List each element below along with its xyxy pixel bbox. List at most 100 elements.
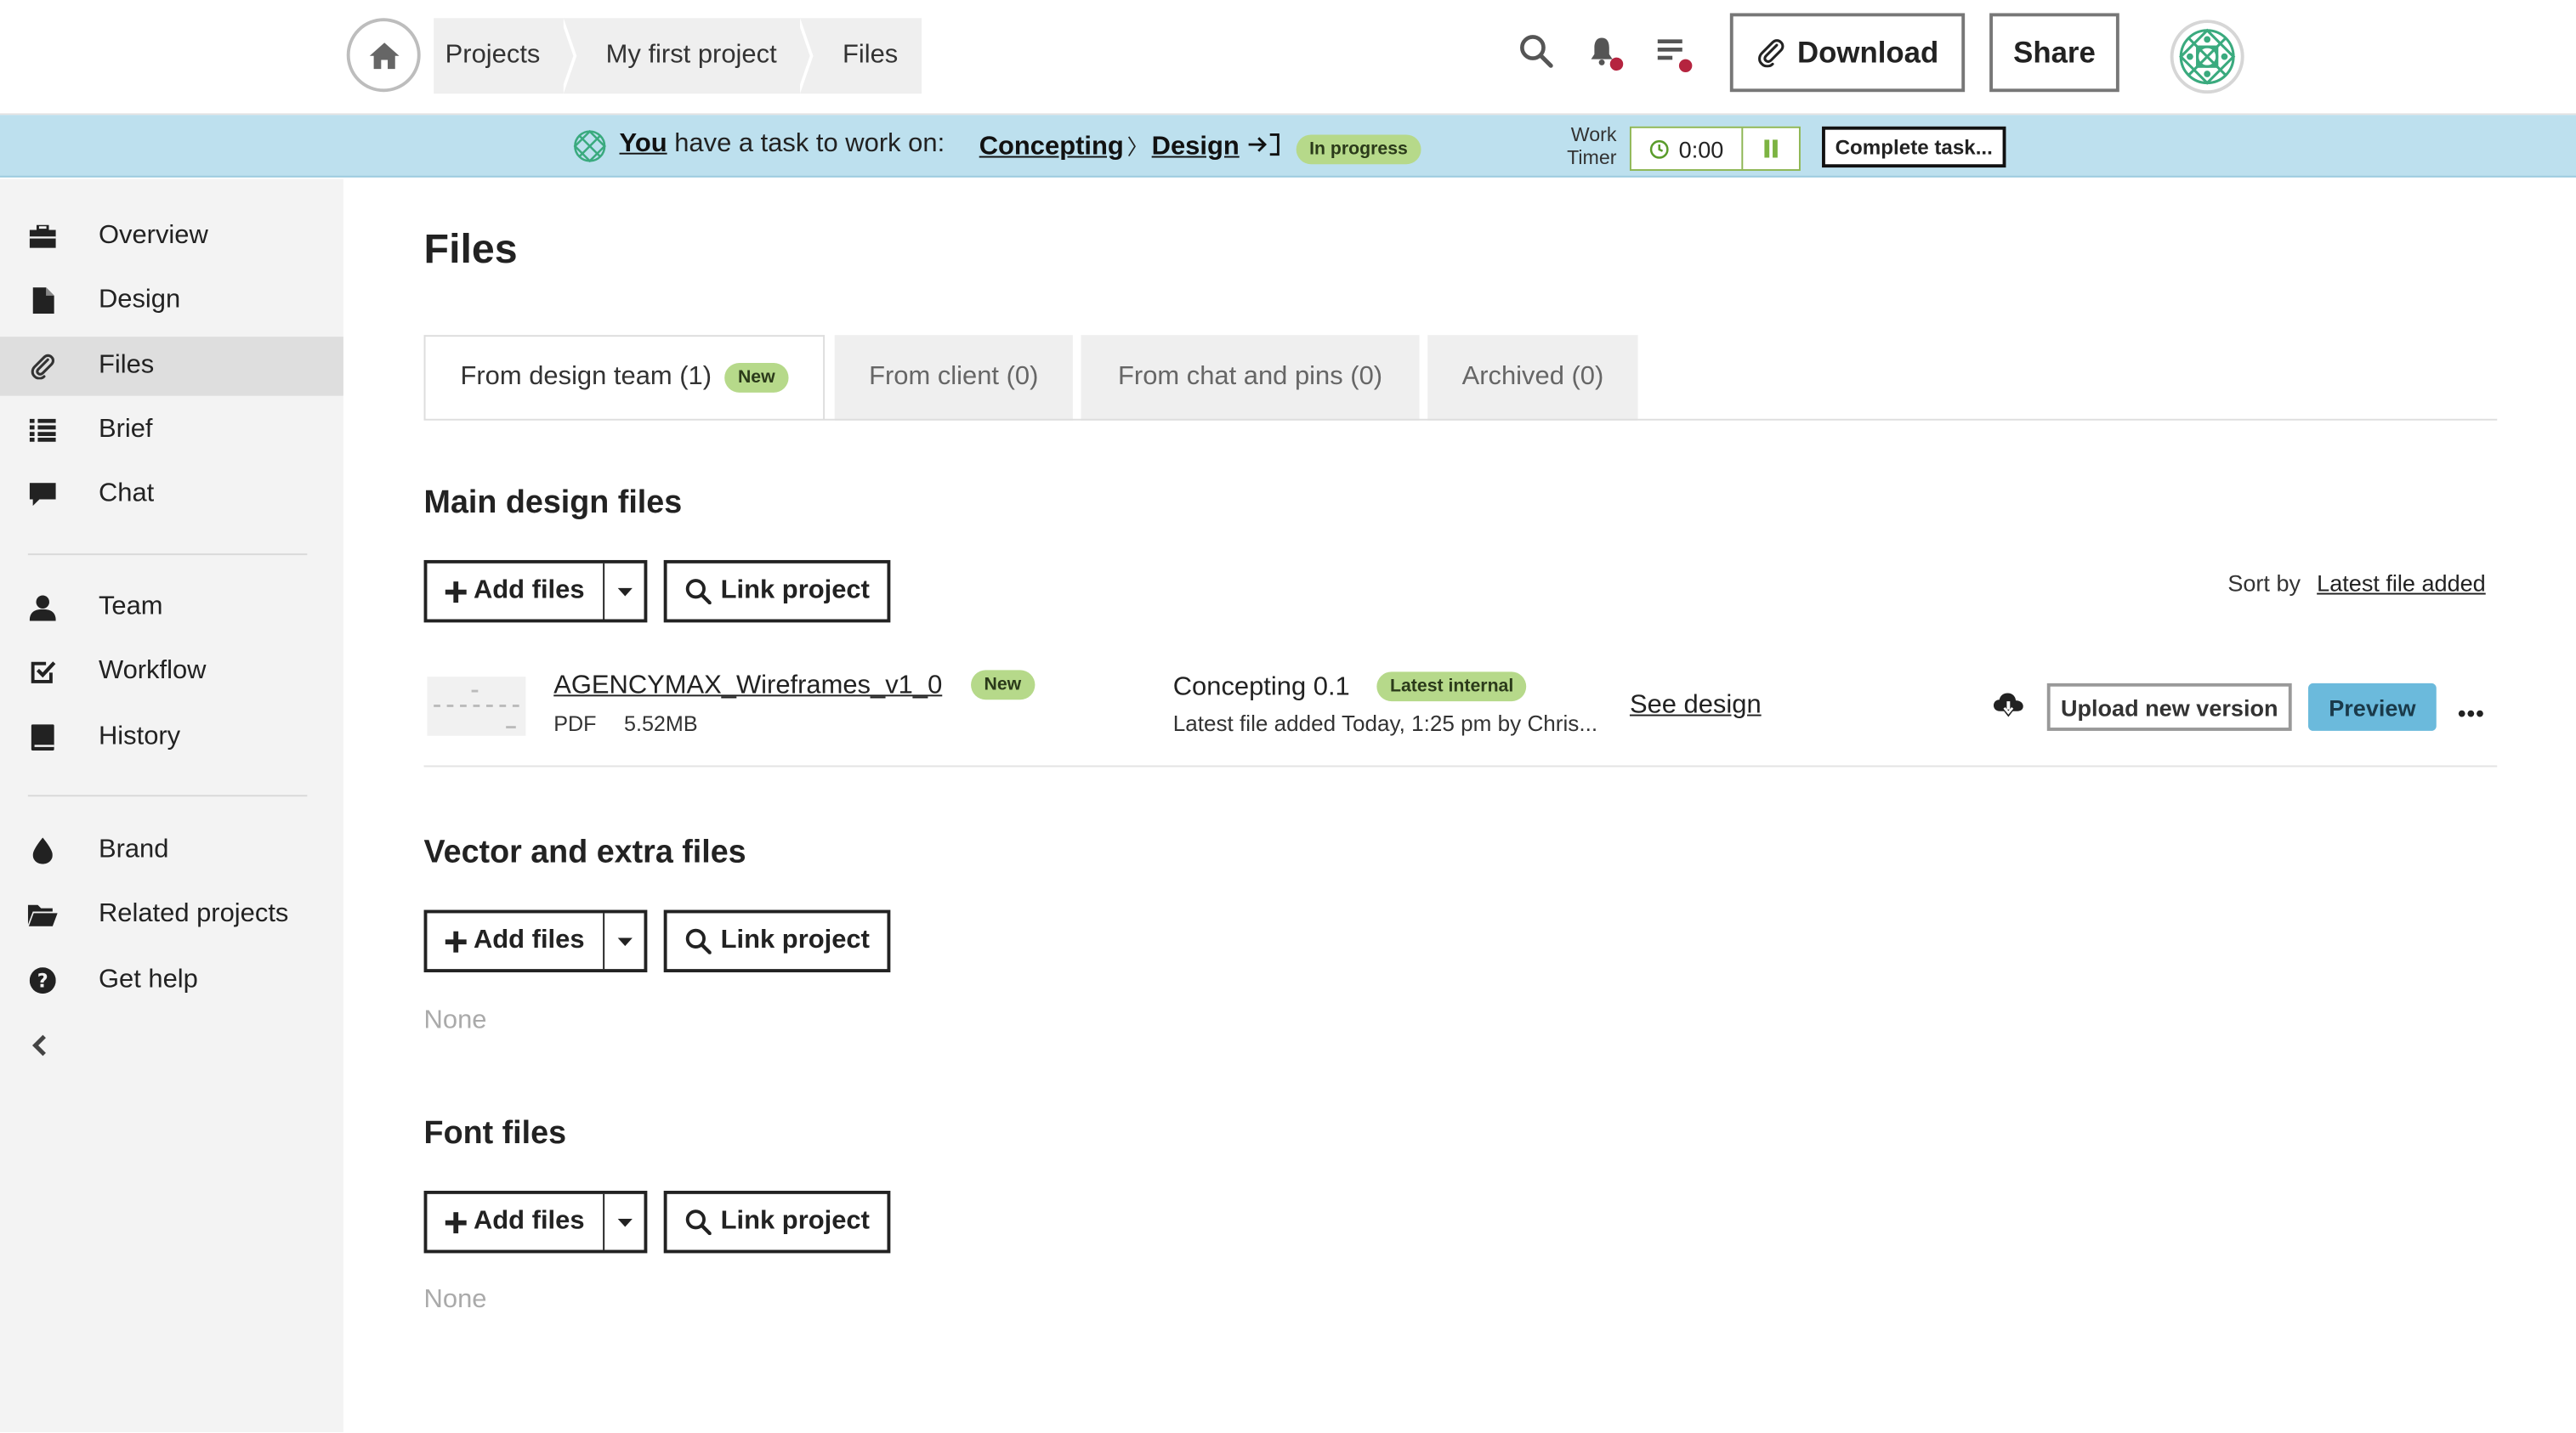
search-button[interactable] [1518,33,1558,72]
link-project-button[interactable]: Link project [663,1190,891,1254]
add-files-button: Add files [423,559,648,623]
sidebar-item-related-projects[interactable]: Related projects [0,886,343,945]
breadcrumb-files[interactable]: Files [816,18,921,93]
tab-archived[interactable]: Archived (0) [1427,335,1638,421]
caret-down-icon [616,1217,633,1226]
more-dots-icon [2458,710,2483,717]
tab-from-chat-and-pins[interactable]: From chat and pins (0) [1081,335,1420,421]
sidebar-item-get-help[interactable]: ? Get help [0,951,343,1011]
sidebar-divider [27,553,308,556]
search-icon [685,928,712,954]
plus-icon [445,930,468,952]
briefcase-icon [28,222,58,252]
tasks-button[interactable] [1654,33,1694,73]
home-button[interactable] [346,18,421,93]
more-options-button[interactable] [2458,696,2484,726]
add-files-dropdown[interactable] [604,1194,644,1250]
file-stage: Concepting 0.1 [1172,673,1350,702]
enter-arrow-icon [1248,133,1279,156]
cloud-download-icon [1993,693,2023,717]
sidebar-item-overview[interactable]: Overview [0,207,343,266]
timer-pause-button[interactable] [1743,128,1799,169]
notifications-button[interactable] [1587,33,1626,72]
task-banner: You have a task to work on: Concepting 〉 D… [0,115,2576,178]
clock-icon [1649,139,1669,158]
add-files-dropdown[interactable] [604,913,644,969]
caret-down-icon [616,937,633,946]
sidebar-item-brief[interactable]: Brief [0,401,343,461]
tab-divider [423,418,2498,421]
task-step-link[interactable]: Design [1152,133,1240,161]
folder-open-icon [27,900,58,930]
notification-dot [1609,57,1624,71]
project-logo-icon [573,129,606,163]
user-icon [28,593,58,623]
sidebar-item-history[interactable]: History [0,708,343,767]
avatar-pattern-icon [2179,28,2236,85]
breadcrumb-projects[interactable]: Projects [434,18,563,93]
empty-state-text: None [423,1286,487,1314]
complete-task-button[interactable]: Complete task... [1822,126,2006,168]
file-thumbnail[interactable] [427,677,526,736]
download-file-button[interactable] [1993,692,2024,728]
download-button[interactable]: Download [1729,13,1966,93]
task-dot [1678,59,1693,73]
avatar[interactable] [2170,20,2244,94]
see-design-link[interactable]: See design [1630,692,1762,722]
svg-text:?: ? [37,971,48,993]
task-path-separator: 〉 [1126,134,1149,160]
paperclip-icon [1758,39,1784,68]
tab-new-badge: New [724,363,789,393]
task-stage-link[interactable]: Concepting [979,133,1124,161]
list-icon [28,416,58,445]
empty-state-text: None [423,1006,487,1035]
add-files-main-button[interactable]: Add files [427,563,605,620]
tab-from-design-team[interactable]: From design team (1) New [423,335,826,421]
sidebar-item-design[interactable]: Design [0,271,343,331]
upload-new-version-button[interactable]: Upload new version [2046,683,2292,731]
chat-icon [28,479,58,509]
sidebar-item-chat[interactable]: Chat [0,465,343,524]
link-project-button[interactable]: Link project [663,559,891,623]
search-icon [685,579,712,605]
add-files-main-button[interactable]: Add files [427,1193,605,1250]
search-icon [1520,35,1553,68]
collapse-sidebar-button[interactable] [30,1033,49,1066]
sidebar-item-files[interactable]: Files [0,337,343,396]
sidebar-item-workflow[interactable]: Workflow [0,643,343,702]
file-added-info: Latest file added Today, 1:25 pm by Chri… [1172,711,1598,736]
file-new-badge: New [971,670,1035,700]
breadcrumb-separator [559,18,579,94]
task-status-badge: In progress [1296,134,1421,165]
page-title: Files [423,226,518,273]
sort-by-label: Sort by [2227,569,2301,597]
paperclip-icon [28,352,58,382]
sort-by-value[interactable]: Latest file added [2317,570,2486,597]
sidebar-divider [27,795,308,797]
breadcrumb-separator [796,18,816,94]
breadcrumb-project[interactable]: My first project [580,18,800,93]
sidebar-item-team[interactable]: Team [0,578,343,637]
document-preview-icon [434,689,519,729]
checkbox-icon [28,657,58,687]
tab-from-client[interactable]: From client (0) [834,335,1073,421]
add-files-main-button[interactable]: Add files [427,913,605,970]
add-files-dropdown[interactable] [604,564,644,620]
chevron-left-icon [31,1034,46,1056]
task-banner-text: have a task to work on: [674,129,945,158]
share-button[interactable]: Share [1989,13,2119,93]
question-icon: ? [28,966,58,995]
you-link[interactable]: You [620,130,667,158]
section-title-main-design-files: Main design files [423,484,683,521]
file-name-link[interactable]: AGENCYMAX_Wireframes_v1_0 [553,671,942,701]
file-size: 5.52MB [624,711,698,736]
file-row: AGENCYMAX_Wireframes_v1_0 New PDF 5.52MB… [423,654,2498,767]
drop-icon [28,836,58,866]
sidebar: Overview Design Files Brief Chat Team Wo… [0,178,343,1433]
plus-icon [445,1211,468,1233]
latest-internal-badge: Latest internal [1376,671,1527,702]
preview-button[interactable]: Preview [2308,683,2437,731]
timer-label-work: Work [1570,122,1617,146]
sidebar-item-brand[interactable]: Brand [0,821,343,881]
link-project-button[interactable]: Link project [663,909,891,972]
